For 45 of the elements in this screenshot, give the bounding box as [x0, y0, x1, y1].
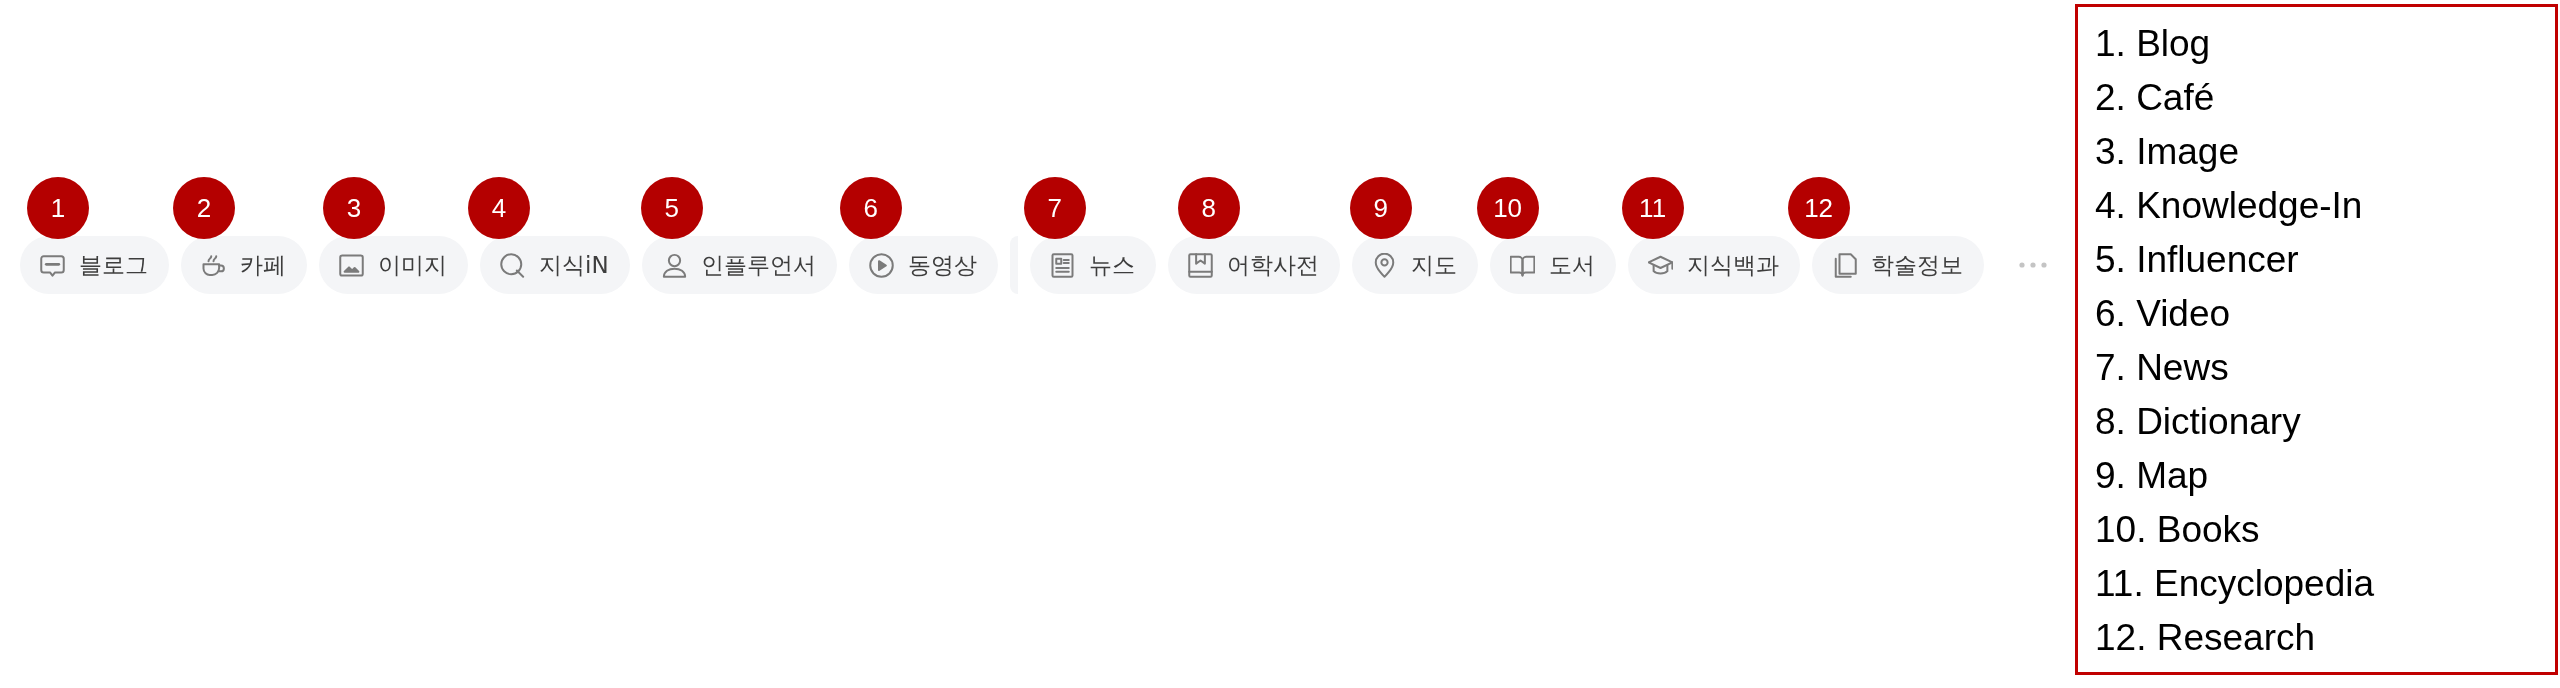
- category-tab[interactable]: 지식iN: [480, 236, 630, 294]
- category-tab[interactable]: 도서: [1489, 236, 1616, 294]
- more-icon[interactable]: [2018, 262, 2047, 268]
- category-tab[interactable]: 학술정보: [1811, 236, 1984, 294]
- picture-icon: [339, 252, 364, 278]
- bookmark-square-icon: [1187, 252, 1213, 278]
- legend-item: 10. Books: [2095, 508, 2260, 552]
- newspaper-icon: [1049, 252, 1075, 278]
- number-marker: 5: [640, 177, 703, 239]
- legend-item: 1. Blog: [2095, 22, 2211, 66]
- legend-item: 5. Influencer: [2095, 238, 2299, 282]
- speech-bubble-icon: [40, 252, 65, 278]
- category-tab[interactable]: 어학사전: [1167, 236, 1340, 294]
- person-icon: [661, 252, 687, 278]
- category-tab[interactable]: 지식백과: [1627, 236, 1800, 294]
- number-marker: 4: [468, 177, 530, 239]
- legend-item: 4. Knowledge-In: [2095, 184, 2363, 228]
- number-marker: 11: [1621, 177, 1684, 239]
- legend-item: 9. Map: [2095, 454, 2209, 498]
- category-tab[interactable]: 인플루언서: [641, 236, 837, 294]
- number-marker: 2: [173, 177, 235, 239]
- category-tab[interactable]: 카페: [181, 236, 307, 294]
- category-tab[interactable]: 뉴스: [1029, 236, 1156, 294]
- number-marker: 10: [1476, 177, 1539, 239]
- search-icon: [500, 252, 525, 278]
- category-tab[interactable]: 이미지: [319, 236, 468, 294]
- number-marker: 6: [839, 177, 902, 239]
- play-icon: [868, 252, 894, 278]
- number-marker: 9: [1349, 177, 1412, 239]
- category-tab[interactable]: 지도: [1351, 236, 1478, 294]
- legend-item: 11. Encyclopedia: [2095, 562, 2375, 606]
- number-marker: 7: [1023, 177, 1086, 239]
- number-marker: 1: [27, 177, 89, 239]
- legend-item: 7. News: [2095, 346, 2229, 390]
- number-marker: 8: [1177, 177, 1240, 239]
- category-tab[interactable]: 동영상: [848, 236, 998, 294]
- number-marker: 12: [1787, 177, 1850, 239]
- number-marker: 3: [323, 177, 385, 239]
- legend-item: 8. Dictionary: [2095, 400, 2301, 444]
- legend-item: 2. Café: [2095, 76, 2215, 120]
- legend-item: 3. Image: [2095, 130, 2239, 174]
- category-tab[interactable]: 블로그: [20, 236, 169, 294]
- legend-item: 6. Video: [2095, 292, 2231, 336]
- coffee-cup-icon: [201, 252, 226, 278]
- legend-item: 12. Research: [2095, 616, 2316, 660]
